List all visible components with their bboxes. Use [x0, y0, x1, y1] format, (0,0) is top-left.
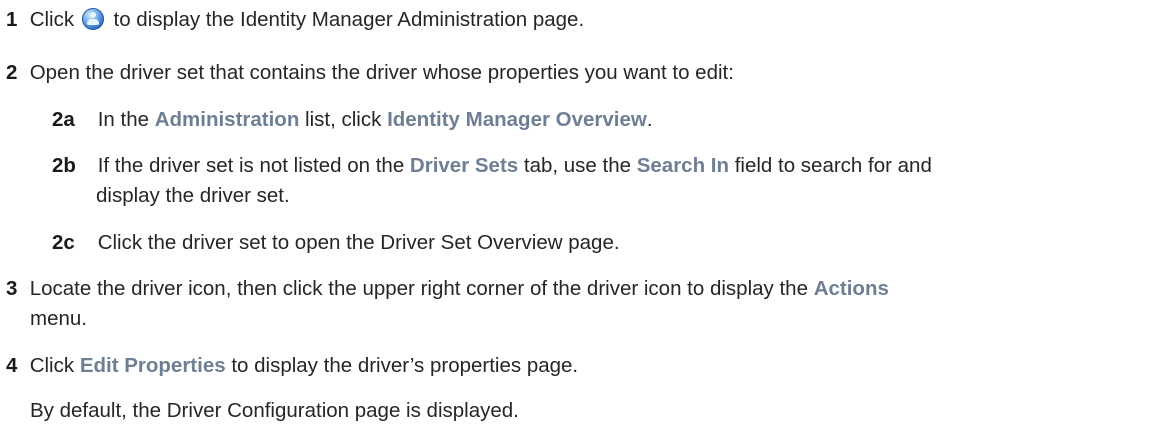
step-number: 2 [6, 61, 18, 84]
step-number: 2a [52, 108, 75, 131]
step-2b-continuation: display the driver set. [96, 183, 290, 209]
ui-term-edit-properties: Edit Properties [79, 354, 226, 377]
step-4-note: By default, the Driver Configuration pag… [30, 398, 519, 424]
step-text: . [646, 108, 653, 131]
note-text: By default, the Driver Configuration pag… [30, 399, 519, 422]
step-number: 2b [52, 154, 76, 177]
step-2a: 2a In the Administration list, click Ide… [52, 107, 653, 133]
step-2c: 2c Click the driver set to open the Driv… [52, 230, 620, 256]
step-text: menu. [30, 307, 87, 330]
step-text: Click the driver set to open the Driver … [97, 231, 620, 254]
step-text: If the driver set is not listed on the [97, 154, 410, 177]
step-3: 3 Locate the driver icon, then click the… [6, 276, 889, 302]
step-number: 2c [52, 231, 75, 254]
step-4: 4 Click Edit Properties to display the d… [6, 353, 578, 379]
step-number: 3 [6, 277, 18, 300]
ui-term-driver-sets: Driver Sets [409, 154, 519, 177]
identity-manager-globe-icon [81, 8, 104, 30]
step-text: to display the Identity Manager Administ… [107, 8, 585, 31]
step-2b: 2b If the driver set is not listed on th… [52, 153, 932, 179]
ui-term-search-in: Search In [636, 154, 730, 177]
ui-term-actions: Actions [813, 277, 889, 300]
step-3-continuation: menu. [30, 306, 87, 332]
procedure-document: 1 Click to display the Identity Manager … [0, 0, 1175, 433]
step-text: display the driver set. [96, 184, 290, 207]
step-text: Click [29, 354, 80, 377]
step-2: 2 Open the driver set that contains the … [6, 60, 734, 86]
step-text: list, click [299, 108, 388, 131]
step-number: 1 [6, 8, 18, 31]
step-text: Click [29, 8, 80, 31]
ui-term-identity-manager-overview: Identity Manager Overview [387, 108, 647, 131]
ui-term-administration: Administration [154, 108, 300, 131]
step-text: In the [97, 108, 155, 131]
step-text: Locate the driver icon, then click the u… [29, 277, 814, 300]
step-text: Open the driver set that contains the dr… [29, 61, 734, 84]
step-text: tab, use the [518, 154, 637, 177]
step-text: to display the driver’s properties page. [225, 354, 579, 377]
step-number: 4 [6, 354, 18, 377]
step-1: 1 Click to display the Identity Manager … [6, 7, 584, 33]
step-text: field to search for and [729, 154, 932, 177]
